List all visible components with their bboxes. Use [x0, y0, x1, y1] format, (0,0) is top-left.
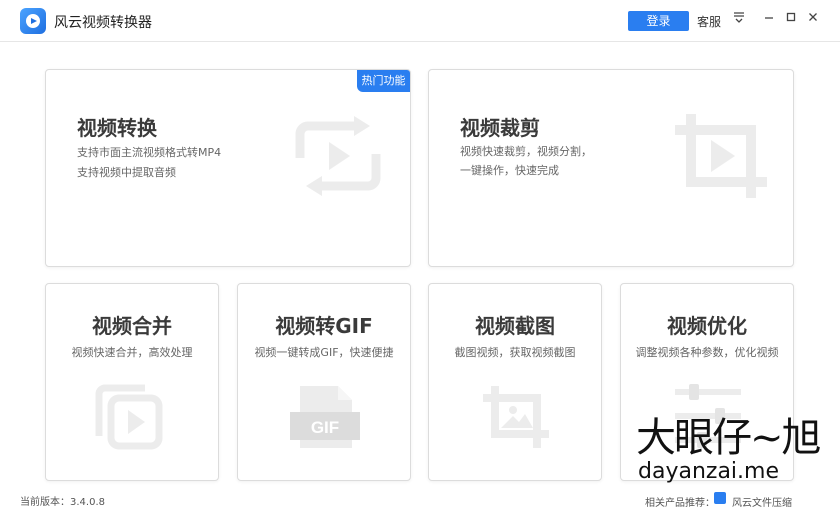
video-to-gif-card[interactable]: 视频转GIF 视频一键转成GIF，快速便捷 GIF: [237, 283, 411, 481]
app-title: 风云视频转换器: [54, 15, 152, 31]
crop-video-icon: [675, 114, 767, 198]
card-title: 视频截图: [475, 314, 555, 338]
watermark-url: dayanzai.me: [638, 459, 779, 484]
menu-icon[interactable]: [731, 11, 747, 29]
video-merge-card[interactable]: 视频合并 视频快速合并，高效处理: [45, 283, 219, 481]
card-desc: 截图视频，获取视频截图: [454, 346, 576, 359]
gif-icon: GIF: [290, 386, 360, 448]
card-desc-line-2: 支持视频中提取音频: [77, 166, 176, 179]
login-button[interactable]: 登录: [628, 11, 689, 31]
card-title: 视频合并: [92, 314, 172, 338]
card-title: 视频裁剪: [460, 116, 540, 140]
card-desc: 视频快速合并，高效处理: [71, 346, 193, 359]
screenshot-icon: [483, 386, 549, 448]
card-desc-line-1: 视频快速裁剪，视频分割，: [460, 145, 592, 158]
app-play-logo-icon: [20, 8, 46, 34]
card-title: 视频转GIF: [275, 314, 373, 338]
customer-service-link[interactable]: 客服: [697, 13, 721, 30]
video-screenshot-card[interactable]: 视频截图 截图视频，获取视频截图: [428, 283, 602, 481]
maximize-icon[interactable]: [783, 11, 799, 29]
card-desc-line-2: 一键操作，快速完成: [460, 164, 559, 177]
card-desc: 调整视频各种参数，优化视频: [635, 346, 779, 359]
watermark: 大眼仔~旭 dayanzai.me: [628, 405, 828, 505]
version-text: 当前版本：3.4.0.8: [20, 497, 105, 508]
watermark-logo: 大眼仔~旭: [636, 415, 822, 461]
card-title: 视频优化: [667, 314, 747, 338]
hot-feature-badge: 热门功能: [357, 70, 410, 92]
card-title: 视频转换: [77, 116, 157, 140]
video-convert-card[interactable]: 热门功能 视频转换 支持市面主流视频格式转MP4 支持视频中提取音频: [45, 69, 411, 267]
card-desc-line-1: 支持市面主流视频格式转MP4: [77, 146, 222, 159]
card-desc: 视频一键转成GIF，快速便捷: [254, 346, 394, 359]
merge-icon: [95, 384, 163, 450]
title-bar: 风云视频转换器 登录 客服: [0, 0, 840, 42]
gif-icon-text: GIF: [311, 418, 339, 437]
minimize-icon[interactable]: [761, 11, 777, 29]
video-crop-card[interactable]: 视频裁剪 视频快速裁剪，视频分割， 一键操作，快速完成: [428, 69, 794, 267]
convert-icon: [295, 116, 381, 196]
close-icon[interactable]: [805, 11, 821, 29]
